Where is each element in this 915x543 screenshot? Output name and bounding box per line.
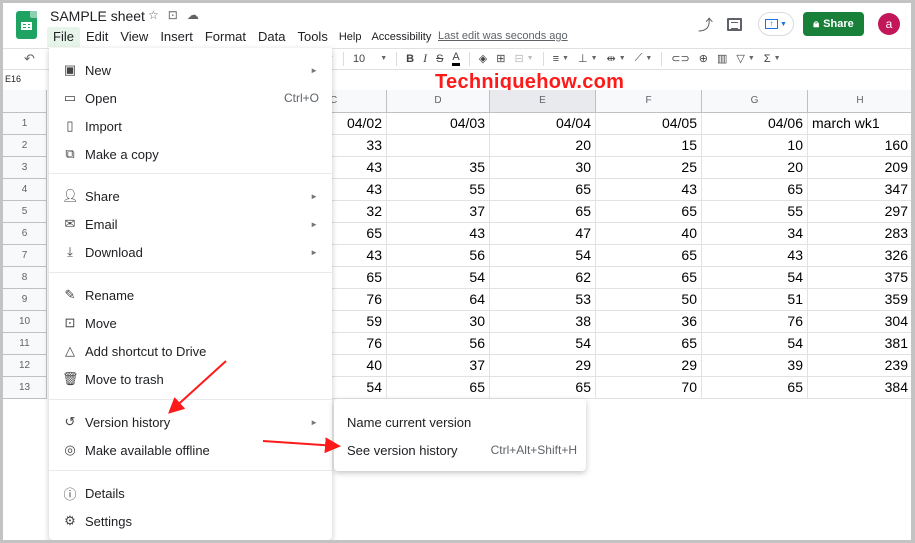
arrow-to-version-history <box>168 360 227 414</box>
annotation-arrows <box>168 360 341 454</box>
arrow-to-see-version-history <box>262 437 341 454</box>
sheets-window: SAMPLE sheet ☆ ⊡ ☁ File Edit View Insert… <box>3 3 911 540</box>
